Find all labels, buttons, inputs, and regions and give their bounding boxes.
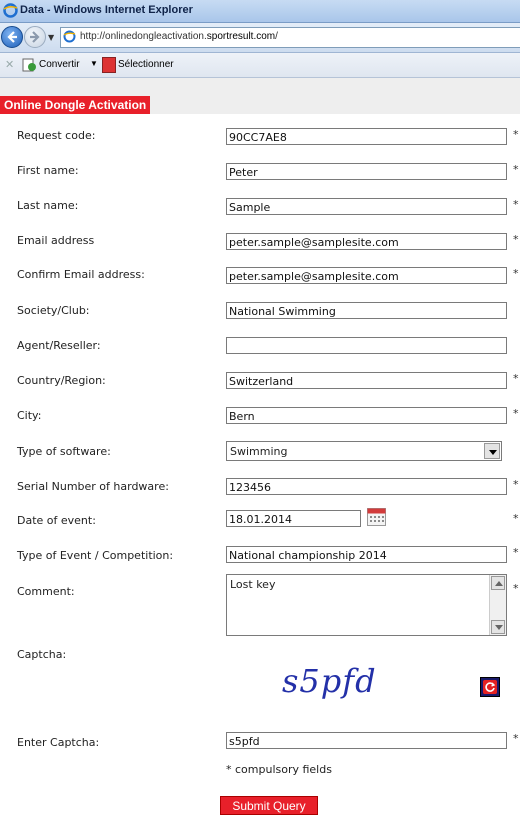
request-code-input[interactable]: 90CC7AE8 xyxy=(226,128,507,145)
back-button[interactable] xyxy=(1,26,23,48)
last-name-input[interactable]: Sample xyxy=(226,198,507,215)
submit-button[interactable]: Submit Query xyxy=(220,796,318,815)
society-label: Society/Club: xyxy=(17,304,90,317)
comment-textarea[interactable]: Lost key xyxy=(226,574,507,636)
required-marker: * xyxy=(513,732,519,745)
address-url: http://onlinedongleactivation.sportresul… xyxy=(80,31,278,42)
forward-arrow-icon xyxy=(30,31,40,43)
refresh-captcha-button[interactable] xyxy=(480,677,500,697)
required-marker: * xyxy=(513,582,519,595)
forward-button[interactable] xyxy=(24,26,46,48)
convert-button[interactable]: Convertir xyxy=(39,59,80,70)
software-label: Type of software: xyxy=(17,445,111,458)
required-marker: * xyxy=(513,478,519,491)
comment-scrollbar[interactable] xyxy=(489,575,506,635)
agent-label: Agent/Reseller: xyxy=(17,339,101,352)
agent-input[interactable] xyxy=(226,337,507,354)
page-favicon-icon xyxy=(63,30,76,43)
comment-text: Lost key xyxy=(230,578,276,591)
software-select-value: Swimming xyxy=(230,445,288,458)
page-title: Online Dongle Activation xyxy=(0,96,151,114)
address-bar[interactable]: http://onlinedongleactivation.sportresul… xyxy=(60,27,520,48)
select-button[interactable]: Sélectionner xyxy=(118,59,174,70)
society-input[interactable]: National Swimming xyxy=(226,302,507,319)
software-select[interactable]: Swimming xyxy=(226,441,502,461)
confirm-email-label: Confirm Email address: xyxy=(17,268,145,281)
required-marker: * xyxy=(513,128,519,141)
window-title: Data - Windows Internet Explorer xyxy=(20,4,193,16)
event-type-label: Type of Event / Competition: xyxy=(17,549,174,562)
required-marker: * xyxy=(513,163,519,176)
email-input[interactable]: peter.sample@samplesite.com xyxy=(226,233,507,250)
date-label: Date of event: xyxy=(17,514,96,527)
close-toolbar-icon[interactable]: ✕ xyxy=(5,58,14,71)
select-icon xyxy=(102,57,116,73)
first-name-input[interactable]: Peter xyxy=(226,163,507,180)
serial-input[interactable]: 123456 xyxy=(226,478,507,495)
first-name-label: First name: xyxy=(17,164,79,177)
country-input[interactable]: Switzerland xyxy=(226,372,507,389)
date-input[interactable]: 18.01.2014 xyxy=(226,510,361,527)
calendar-icon[interactable] xyxy=(367,508,386,526)
enter-captcha-input[interactable]: s5pfd xyxy=(226,732,507,749)
required-marker: * xyxy=(513,546,519,559)
convert-dropdown-button[interactable]: ▼ xyxy=(90,59,98,68)
country-label: Country/Region: xyxy=(17,374,106,387)
scroll-down-button[interactable] xyxy=(491,620,505,634)
command-toolbar: ✕ Convertir ▼ Sélectionner xyxy=(0,53,520,78)
serial-label: Serial Number of hardware: xyxy=(17,480,169,493)
event-type-input[interactable]: National championship 2014 xyxy=(226,546,507,563)
convert-icon xyxy=(22,58,36,72)
navigation-bar: ▼ http://onlinedongleactivation.sportres… xyxy=(0,23,520,53)
required-marker: * xyxy=(513,407,519,420)
chevron-down-icon[interactable] xyxy=(484,443,500,459)
required-marker: * xyxy=(513,512,519,525)
required-marker: * xyxy=(513,233,519,246)
back-arrow-icon xyxy=(7,31,17,43)
confirm-email-input[interactable]: peter.sample@samplesite.com xyxy=(226,267,507,284)
scroll-up-button[interactable] xyxy=(491,576,505,590)
email-label: Email address xyxy=(17,234,95,247)
enter-captcha-label: Enter Captcha: xyxy=(17,736,100,749)
window-titlebar: Data - Windows Internet Explorer xyxy=(0,0,520,23)
compulsory-note: * compulsory fields xyxy=(226,763,332,776)
last-name-label: Last name: xyxy=(17,199,79,212)
captcha-image: s5pfd xyxy=(282,662,377,700)
city-label: City: xyxy=(17,409,42,422)
captcha-label: Captcha: xyxy=(17,648,67,661)
comment-label: Comment: xyxy=(17,585,75,598)
required-marker: * xyxy=(513,198,519,211)
required-marker: * xyxy=(513,372,519,385)
ie-logo-icon xyxy=(3,3,18,18)
city-input[interactable]: Bern xyxy=(226,407,507,424)
refresh-captcha-icon xyxy=(483,680,497,694)
required-marker: * xyxy=(513,267,519,280)
history-dropdown-button[interactable]: ▼ xyxy=(48,33,54,42)
request-code-label: Request code: xyxy=(17,129,96,142)
